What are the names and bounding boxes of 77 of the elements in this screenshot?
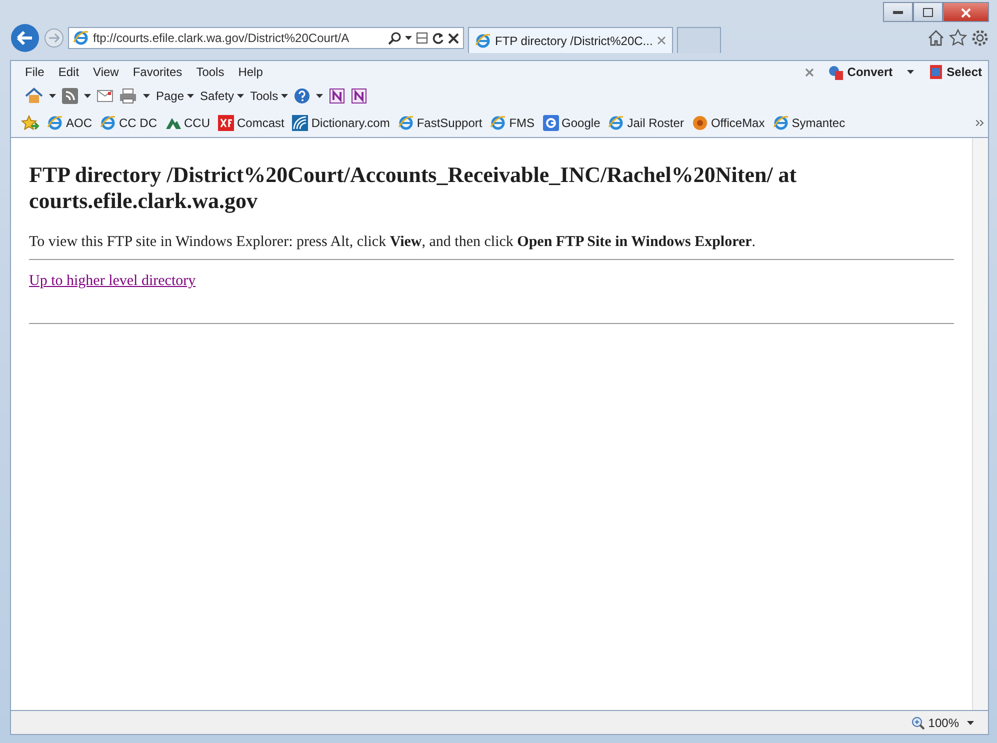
zoom-button[interactable]: 100%: [911, 714, 959, 732]
favorite-link[interactable]: Symantec: [772, 114, 846, 132]
ie-icon: [475, 32, 491, 48]
scrollbar[interactable]: [972, 138, 988, 710]
caret-icon[interactable]: [84, 94, 91, 98]
pdf-globe-icon: [828, 64, 844, 80]
caret-icon[interactable]: [906, 70, 914, 74]
favorite-link[interactable]: CC DC: [100, 114, 158, 132]
fruit-icon: [692, 115, 708, 131]
minimize-button[interactable]: [883, 2, 913, 22]
caret-icon[interactable]: [49, 94, 56, 98]
caret-icon[interactable]: [405, 36, 412, 40]
minimize-icon: [893, 10, 903, 15]
ie-icon: [490, 115, 506, 131]
google-icon: [542, 115, 559, 131]
menu-item[interactable]: Edit: [58, 63, 80, 81]
menu-item[interactable]: Help: [238, 63, 263, 81]
caret-icon[interactable]: [143, 94, 150, 98]
mail-icon[interactable]: [97, 90, 113, 102]
browser-tab[interactable]: FTP directory /District%20C...: [468, 27, 673, 53]
pdf-page-icon: [928, 64, 944, 80]
menu-item[interactable]: Favorites: [132, 63, 182, 81]
onenote-icon[interactable]: [329, 88, 346, 104]
home-icon[interactable]: [25, 87, 43, 105]
caret-icon: [187, 94, 194, 98]
star-icon[interactable]: [949, 29, 967, 47]
home-icon[interactable]: [927, 29, 945, 47]
help-icon[interactable]: [294, 88, 310, 104]
caret-icon: [281, 94, 288, 98]
favorite-link[interactable]: Comcast: [218, 114, 284, 132]
favorite-link[interactable]: Google: [542, 114, 600, 132]
ie-icon: [100, 115, 116, 131]
caret-icon: [237, 94, 244, 98]
favorite-link[interactable]: AOC: [47, 114, 92, 132]
select-button[interactable]: Select: [928, 63, 982, 81]
close-icon: [961, 8, 971, 18]
chevron-icon[interactable]: [976, 120, 984, 126]
menu-item[interactable]: View: [93, 63, 119, 81]
search-icon[interactable]: [388, 32, 401, 44]
printer-icon[interactable]: [119, 88, 137, 104]
feed-icon[interactable]: [62, 88, 78, 104]
caret-icon[interactable]: [967, 720, 974, 724]
favorite-link[interactable]: Jail Roster: [608, 114, 684, 132]
ie-icon: [47, 115, 63, 131]
ie-icon: [398, 115, 414, 131]
zoom-icon: [911, 716, 926, 730]
maximize-icon: [923, 8, 933, 18]
settings-icon[interactable]: [971, 29, 989, 47]
signal-icon: [292, 115, 308, 131]
back-icon[interactable]: [10, 23, 40, 53]
menu-item[interactable]: Tools: [196, 63, 224, 81]
ie-icon: [608, 115, 624, 131]
favorite-link[interactable]: FMS: [490, 114, 535, 132]
page-heading: FTP directory /District%20Court/Accounts_Receivable_INC/Rachel%20Niten/ at courts.efile.clark.wa.gov: [29, 162, 798, 215]
ie-icon: [73, 30, 89, 46]
address-field[interactable]: ftp://courts.efile.clark.wa.gov/District%20Court/A: [68, 27, 464, 49]
parent-directory-link[interactable]: Up to higher level directory: [29, 273, 196, 290]
menu-button[interactable]: Safety: [200, 87, 244, 105]
xf-icon: [218, 115, 234, 131]
menu-button[interactable]: Page: [156, 87, 194, 105]
compatibility-icon[interactable]: [416, 32, 428, 44]
favorite-link[interactable]: Dictionary.com: [292, 114, 390, 132]
menu-button[interactable]: Tools: [250, 87, 288, 105]
favorite-link[interactable]: CCU: [165, 114, 210, 132]
onenote-icon[interactable]: [351, 88, 368, 104]
caret-icon[interactable]: [316, 94, 324, 98]
ie-icon: [772, 115, 789, 131]
favorites-star-icon[interactable]: [21, 115, 39, 131]
menu-item[interactable]: File: [25, 63, 44, 81]
close-button[interactable]: [943, 2, 989, 22]
maximize-button[interactable]: [913, 2, 943, 22]
favorite-link[interactable]: FastSupport: [398, 114, 482, 132]
favorite-link[interactable]: OfficeMax: [692, 114, 765, 132]
close-icon[interactable]: [448, 32, 459, 44]
refresh-icon[interactable]: [432, 32, 444, 44]
instruction-text: To view this FTP site in Windows Explorer: press Alt, click View, and then click Open FTP Site in Windows Explorer.: [29, 232, 757, 252]
convert-button[interactable]: Convert: [828, 63, 893, 81]
